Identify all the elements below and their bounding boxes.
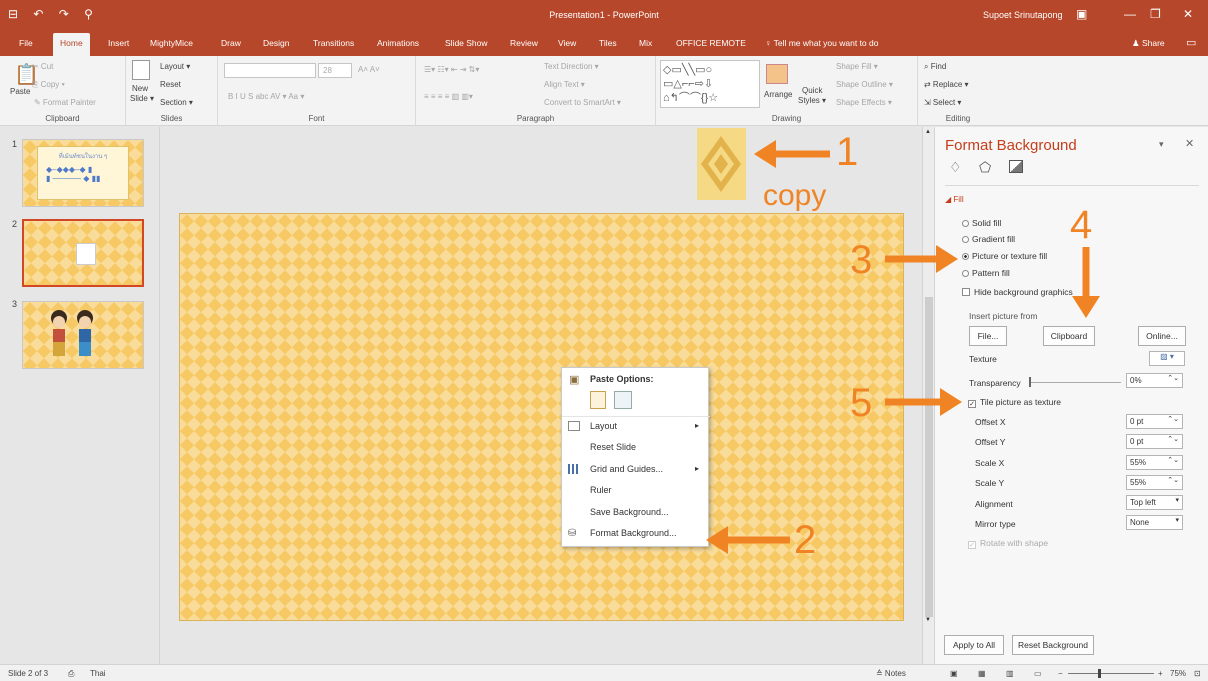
- arrowhead-3: [936, 245, 958, 273]
- spellcheck-icon[interactable]: ⎙: [68, 669, 74, 679]
- zoom-slider-thumb[interactable]: [1098, 669, 1101, 678]
- arrowhead-5: [940, 388, 962, 416]
- reading-view-icon[interactable]: ▥: [1006, 669, 1014, 678]
- slide-counter: Slide 2 of 3: [8, 669, 49, 678]
- arrowhead-4: [1072, 296, 1100, 318]
- slide-sorter-icon[interactable]: ▦: [978, 669, 986, 678]
- arrowhead-2: [706, 526, 728, 554]
- zoom-slider[interactable]: [1068, 673, 1154, 674]
- normal-view-icon[interactable]: ▣: [950, 669, 958, 678]
- step-number-1: 1: [836, 130, 859, 174]
- step-number-5: 5: [850, 381, 873, 425]
- status-bar: Slide 2 of 3 ⎙ Thai ≙ Notes ▣ ▦ ▥ ▭ − + …: [0, 664, 1208, 681]
- step-number-2: 2: [794, 518, 817, 562]
- arrowhead-1: [754, 140, 776, 168]
- step-number-4: 4: [1070, 203, 1093, 247]
- step-number-3: 3: [850, 238, 873, 282]
- language-indicator[interactable]: Thai: [90, 669, 106, 678]
- copy-label: copy: [763, 179, 827, 212]
- fit-to-window-icon[interactable]: ⊡: [1194, 669, 1201, 678]
- zoom-level[interactable]: 75%: [1170, 669, 1186, 678]
- slideshow-icon[interactable]: ▭: [1034, 669, 1042, 678]
- tutorial-annotations: [706, 140, 1100, 554]
- notes-button[interactable]: ≙ Notes: [876, 669, 906, 678]
- zoom-in-button[interactable]: +: [1158, 669, 1163, 678]
- zoom-out-button[interactable]: −: [1058, 669, 1063, 678]
